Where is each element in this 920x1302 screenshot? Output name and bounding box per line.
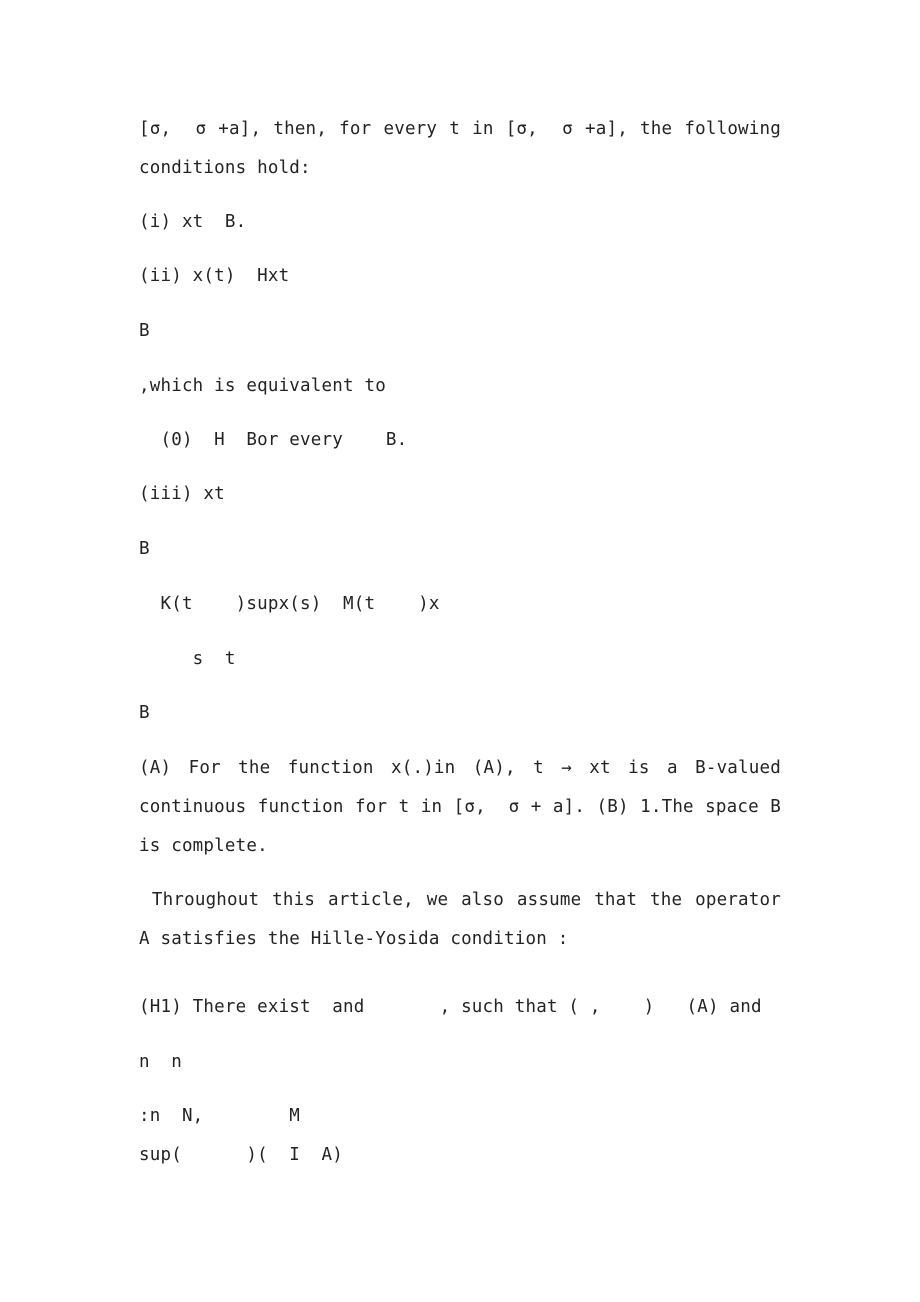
subscript-line-n-n: n n: [139, 1052, 182, 1072]
document-page: [σ, σ +a], then, for every t in [σ, σ +a…: [0, 0, 920, 1302]
equation-zero: (0) H Bor every B.: [139, 430, 408, 450]
supremum-subscript: s t: [139, 649, 236, 669]
condition-item-ii: (ii) x(t) Hxt: [139, 266, 290, 286]
paragraph-axiom-a-b: (A) For the function x(.)in (A), t → xt …: [139, 758, 792, 856]
equivalence-note: ,which is equivalent to: [139, 376, 386, 396]
supremum-resolvent-expression: sup( )( I A): [139, 1145, 343, 1165]
subscript-line-b-3: B: [139, 703, 150, 723]
inequality-expression: K(t )supx(s) M(t )x: [139, 594, 440, 614]
subscript-line-b-1: B: [139, 321, 150, 341]
condition-item-i: (i) xt B.: [139, 212, 247, 232]
condition-item-iii: (iii) xt: [139, 484, 225, 504]
hypothesis-h1: (H1) There exist and , such that ( , ) (…: [139, 997, 762, 1017]
paragraph-hille-yosida-intro: Throughout this article, we also assume …: [139, 890, 792, 949]
subscript-line-b-2: B: [139, 539, 150, 559]
paragraph-interval-conditions: [σ, σ +a], then, for every t in [σ, σ +a…: [139, 119, 792, 178]
condition-n-in-N: :n N, M: [139, 1106, 301, 1126]
